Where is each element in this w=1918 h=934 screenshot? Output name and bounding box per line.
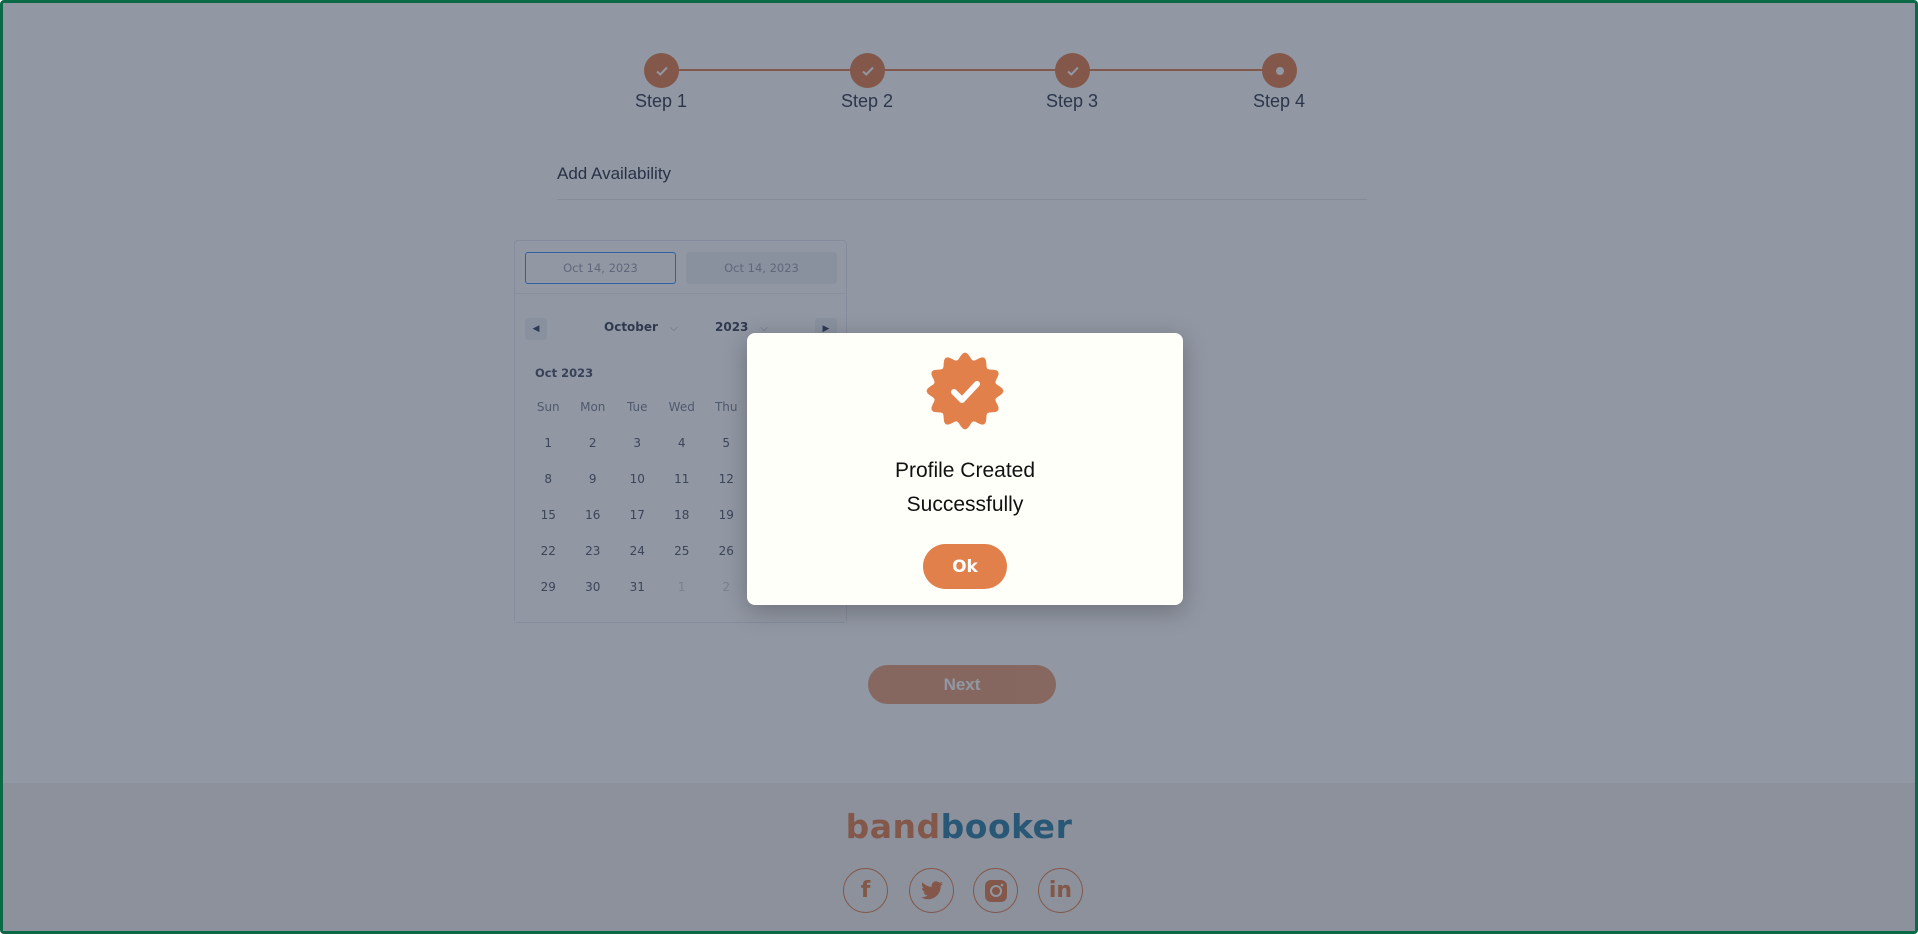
message-line-1: Profile Created (894, 459, 1036, 482)
message-line-2: Successfully (906, 493, 1024, 516)
ok-button[interactable]: Ok (923, 544, 1007, 589)
verified-badge-check-icon (926, 352, 1004, 430)
app-window: Step 1 Step 2 Step 3 Step 4 Add Availabi… (0, 0, 1918, 934)
success-message: Profile Created Successfully (747, 454, 1183, 522)
success-dialog: Profile Created Successfully Ok (747, 333, 1183, 605)
